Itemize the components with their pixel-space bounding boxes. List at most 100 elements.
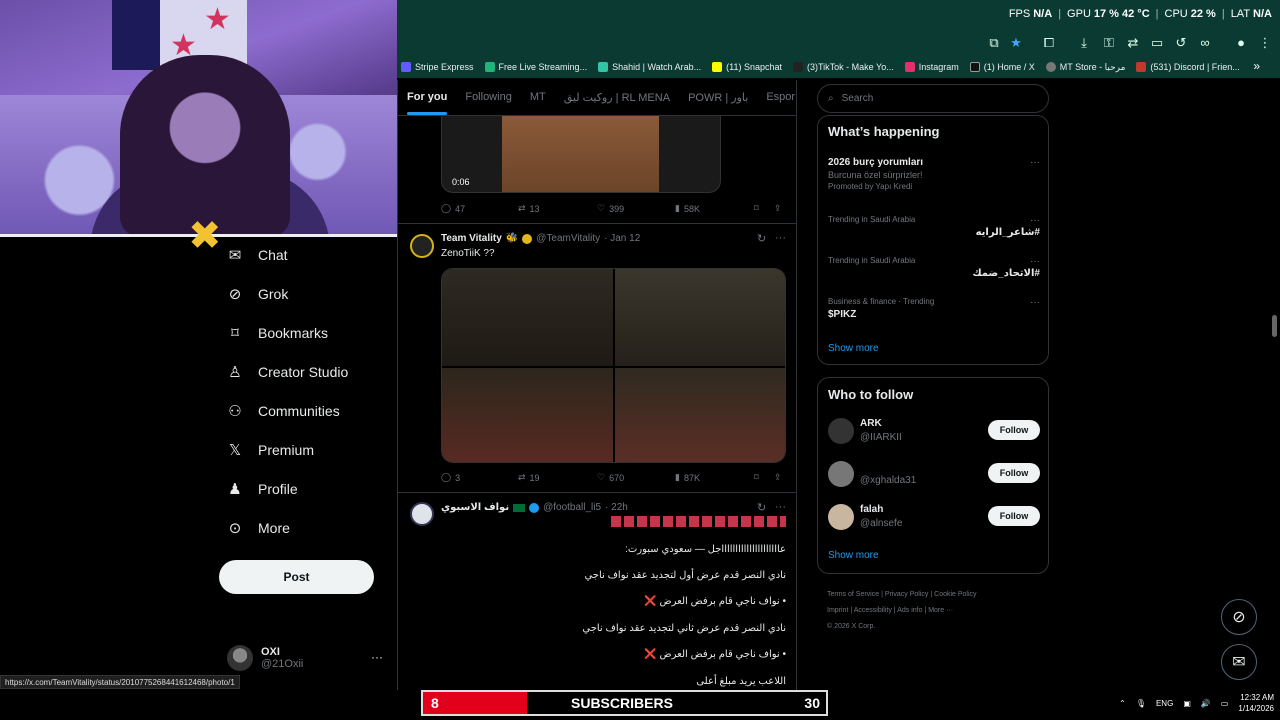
install-app-icon[interactable]: ⧉ bbox=[985, 34, 1003, 52]
show-more-link[interactable]: Show more bbox=[828, 550, 879, 561]
share-button[interactable]: ⇪ bbox=[774, 472, 782, 483]
network-icon[interactable]: ▣ bbox=[1183, 699, 1191, 708]
bookmark-item[interactable]: (3)TikTok - Make Yo... bbox=[793, 62, 894, 72]
grok-fab[interactable]: ⊘ bbox=[1221, 599, 1257, 635]
trend-more-icon[interactable]: ··· bbox=[1030, 256, 1040, 267]
follow-suggestion[interactable]: @xghalda31 Follow bbox=[828, 461, 1040, 489]
bookmark-item[interactable]: MT Store - مرحبا bbox=[1045, 62, 1125, 73]
tab-following[interactable]: Following bbox=[456, 80, 520, 115]
grok-icon[interactable]: ↻ bbox=[757, 501, 766, 514]
follow-button[interactable]: Follow bbox=[988, 420, 1040, 440]
card-icon[interactable]: ▭ bbox=[1148, 34, 1166, 52]
translate-icon[interactable]: ⇄ bbox=[1124, 34, 1142, 52]
photo[interactable] bbox=[615, 269, 785, 366]
nav-grok[interactable]: ⊘ Grok bbox=[226, 285, 289, 303]
nav-more[interactable]: ⊙ More bbox=[226, 519, 290, 537]
tab-rl-mena[interactable]: روكيت ليق | RL MENA bbox=[555, 80, 679, 115]
author-name[interactable]: نواف الاسبوي bbox=[441, 502, 509, 513]
repost-button[interactable]: ⇄ 13 bbox=[518, 203, 540, 214]
profile-avatar-icon[interactable]: ● bbox=[1232, 34, 1250, 52]
footer-link[interactable]: Cookie Policy bbox=[934, 591, 976, 598]
extensions-icon[interactable]: ⧠ bbox=[1040, 34, 1058, 52]
photo[interactable] bbox=[442, 269, 613, 366]
trend-item[interactable]: Business & finance · Trending $PIKZ ··· bbox=[828, 297, 1040, 320]
follow-suggestion[interactable]: falah @alnsefe Follow bbox=[828, 504, 1040, 532]
show-more-link[interactable]: Show more bbox=[828, 343, 879, 354]
tray-chevron-icon[interactable]: ⌃ bbox=[1119, 699, 1126, 708]
nav-premium[interactable]: 𝕏 Premium bbox=[226, 441, 314, 459]
tweet-time[interactable]: · Jan 12 bbox=[604, 233, 640, 244]
follow-button[interactable]: Follow bbox=[988, 463, 1040, 483]
bookmark-item[interactable]: Free Live Streaming... bbox=[484, 62, 587, 72]
views-button[interactable]: ▮ 87K bbox=[675, 472, 700, 483]
footer-link[interactable]: More ··· bbox=[928, 607, 953, 614]
author-name[interactable]: Team Vitality bbox=[441, 233, 502, 244]
history-icon[interactable]: ↺ bbox=[1172, 34, 1190, 52]
account-switcher[interactable]: OXI @21Oxii bbox=[227, 645, 303, 671]
trend-more-icon[interactable]: ··· bbox=[1030, 157, 1040, 168]
microphone-icon[interactable]: 🎙 bbox=[1136, 699, 1146, 708]
follow-button[interactable]: Follow bbox=[988, 506, 1040, 526]
trend-more-icon[interactable]: ··· bbox=[1030, 215, 1040, 226]
nav-communities[interactable]: ⚇ Communities bbox=[226, 402, 339, 420]
link-icon[interactable]: ∞ bbox=[1196, 34, 1214, 52]
video-media[interactable]: 0:06 bbox=[441, 116, 721, 193]
nav-creator-studio[interactable]: ♙ Creator Studio bbox=[226, 363, 348, 381]
like-button[interactable]: ♡ 399 bbox=[597, 203, 624, 214]
star-bookmark-icon[interactable]: ★ bbox=[1007, 34, 1025, 52]
bookmark-button[interactable]: ⌑ bbox=[754, 203, 759, 214]
grok-icon[interactable]: ↻ bbox=[757, 232, 766, 245]
bookmark-item[interactable]: Stripe Express bbox=[401, 62, 474, 72]
author-handle[interactable]: @football_li5 bbox=[543, 502, 601, 513]
menu-icon[interactable]: ⋮ bbox=[1256, 34, 1274, 52]
post-button[interactable]: Post bbox=[219, 560, 374, 594]
avatar[interactable] bbox=[410, 502, 434, 526]
tweet-more-icon[interactable]: ··· bbox=[775, 501, 786, 513]
tweet-more-icon[interactable]: ··· bbox=[775, 232, 786, 244]
download-icon[interactable]: ⤓ bbox=[1075, 34, 1093, 52]
footer-link[interactable]: Terms of Service bbox=[827, 591, 879, 598]
key-icon[interactable]: ⚿ bbox=[1100, 34, 1118, 52]
trend-item[interactable]: 2026 burç yorumları Burcuna özel sürpriz… bbox=[828, 157, 1040, 191]
tab-mt[interactable]: MT bbox=[521, 80, 555, 115]
footer-link[interactable]: Imprint bbox=[827, 607, 848, 614]
share-button[interactable]: ⇪ bbox=[774, 203, 782, 214]
tab-powr[interactable]: POWR | باور bbox=[679, 80, 757, 115]
bookmark-item[interactable]: Shahid | Watch Arab... bbox=[598, 62, 701, 72]
nav-bookmarks[interactable]: ⌑ Bookmarks bbox=[226, 324, 328, 342]
account-more-icon[interactable]: ··· bbox=[371, 650, 383, 664]
photo[interactable] bbox=[442, 368, 613, 462]
like-button[interactable]: ♡ 670 bbox=[597, 472, 624, 483]
avatar[interactable] bbox=[410, 234, 434, 258]
bookmarks-overflow-icon[interactable]: » bbox=[1253, 59, 1260, 73]
messages-fab[interactable]: ✉ bbox=[1221, 644, 1257, 680]
trend-item[interactable]: Trending in Saudi Arabia #شاعر_الرايه ··… bbox=[828, 215, 1040, 238]
tab-esports[interactable]: Espor bbox=[757, 80, 796, 115]
reply-button[interactable]: ◯ 47 bbox=[441, 203, 465, 214]
photo-grid[interactable] bbox=[441, 268, 786, 463]
bookmark-item[interactable]: (11) Snapchat bbox=[712, 62, 782, 72]
photo[interactable] bbox=[615, 368, 785, 462]
volume-icon[interactable]: 🔊 bbox=[1201, 699, 1211, 708]
nav-profile[interactable]: ♟ Profile bbox=[226, 480, 297, 498]
footer-link[interactable]: Privacy Policy bbox=[885, 591, 929, 598]
follow-suggestion[interactable]: ARK @IIARKII Follow bbox=[828, 418, 1040, 446]
author-handle[interactable]: @TeamVitality bbox=[536, 233, 600, 244]
language-indicator[interactable]: ENG bbox=[1156, 699, 1173, 708]
views-button[interactable]: ▮ 58K bbox=[675, 203, 700, 214]
trend-more-icon[interactable]: ··· bbox=[1030, 297, 1040, 308]
bookmark-item[interactable]: (531) Discord | Frien... bbox=[1136, 62, 1240, 72]
nav-chat[interactable]: ✉ Chat bbox=[226, 246, 288, 264]
repost-button[interactable]: ⇄ 19 bbox=[518, 472, 540, 483]
footer-link[interactable]: Accessibility bbox=[854, 607, 892, 614]
bookmark-item[interactable]: Instagram bbox=[904, 62, 959, 72]
search-input[interactable]: ⌕ Search bbox=[817, 84, 1049, 113]
bookmark-item[interactable]: (1) Home / X bbox=[969, 62, 1035, 72]
tab-for-you[interactable]: For you bbox=[398, 80, 456, 115]
bookmark-button[interactable]: ⌑ bbox=[754, 472, 759, 483]
clock[interactable]: 12:32 AM 1/14/2026 bbox=[1238, 692, 1274, 714]
tweet-time[interactable]: · 22h bbox=[605, 502, 628, 513]
reply-button[interactable]: ◯ 3 bbox=[441, 472, 460, 483]
scrollbar[interactable] bbox=[1272, 315, 1277, 337]
battery-icon[interactable]: ▭ bbox=[1221, 699, 1229, 708]
